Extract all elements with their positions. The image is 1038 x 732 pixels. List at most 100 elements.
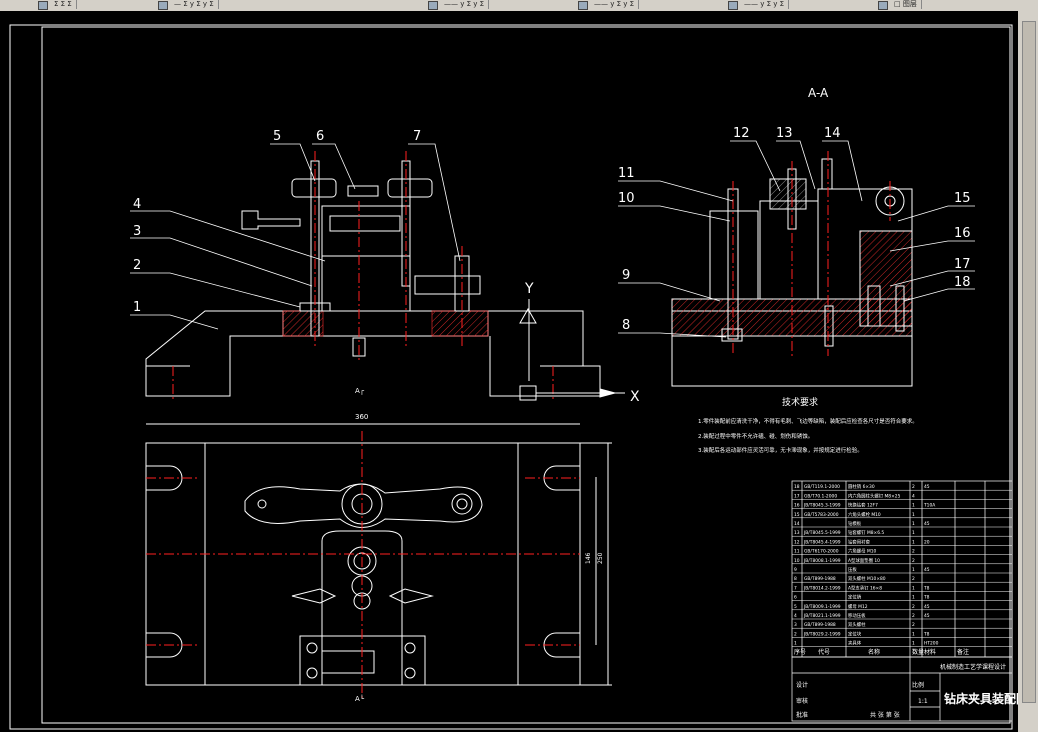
part-number: 9 [622, 268, 630, 283]
part-number: 14 [824, 126, 841, 141]
bom-cell: 钻套螺钉 M8×6.5 [848, 529, 884, 536]
toolbar-tab[interactable]: —— y Σ y Σ [740, 0, 790, 9]
toolbar-icon[interactable] [878, 1, 888, 10]
bom-cell: JB/T8014.2-1999 [803, 585, 841, 591]
toolbar-tab[interactable]: —— y Σ y Σ [590, 0, 640, 9]
approve-label: 批准 [796, 711, 808, 719]
width-dimension: 360 [355, 413, 368, 421]
tech-note: 2.装配过程中零件不允许磕、碰、划伤和锈蚀。 [698, 432, 813, 440]
part-number: 11 [618, 166, 635, 181]
design-label: 设计 [796, 681, 808, 689]
bom-cell: 16 [794, 503, 800, 509]
bom-cell: GB/T899-1988 [804, 622, 836, 628]
bom-cell: JB/T8029.2-1999 [803, 631, 841, 637]
bom-cell: 15 [794, 512, 800, 518]
bom-cell: 1 [912, 595, 915, 601]
bom-cell: 45 [924, 521, 930, 527]
bom-cell: 六角螺母 M10 [848, 548, 877, 555]
drawing-name: 钻床夹具装配图 [944, 691, 1018, 706]
bom-cell: 1 [912, 641, 915, 647]
toolbar-icon[interactable] [578, 1, 588, 10]
toolbar-tab[interactable]: □ 图层 [890, 0, 922, 9]
part-number: 7 [413, 129, 421, 144]
bom-cell: GB/T119.1-2000 [804, 484, 840, 490]
bom-cell: 45 [924, 613, 930, 619]
bom-cell: 1 [912, 567, 915, 573]
bom-cell: HT200 [924, 641, 939, 647]
part-number: 12 [733, 126, 750, 141]
part-number: 5 [273, 129, 281, 144]
part-number: 6 [316, 129, 324, 144]
bom-header-cell: 备注 [957, 648, 969, 656]
bom-cell: 2 [912, 484, 915, 490]
bom-cell: 快换钻套 12F7 [848, 502, 878, 509]
toolbar-tab[interactable]: Σ Σ Σ [50, 0, 77, 9]
bom-cell: GB/T6170-2000 [804, 549, 839, 555]
part-number: 15 [954, 191, 971, 206]
bom-cell: JB/T8009.1-1999 [803, 604, 841, 610]
toolbar-tab[interactable]: — Σ y Σ y Σ [170, 0, 219, 9]
height-dimension: 146 [585, 552, 592, 564]
part-number: 1 [133, 300, 141, 315]
bom-cell: 2 [912, 613, 915, 619]
bom-cell: 17 [794, 493, 800, 499]
cad-drawing-canvas[interactable]: Y X A┌ 1 2 3 4 5 6 7 A-A 8 9 10 11 12 13… [0, 11, 1018, 732]
bom-header-cell: 序号 [794, 648, 806, 656]
bom-cell: 1 [794, 641, 797, 647]
bom-cell: 1 [912, 585, 915, 591]
bom-cell: 定位块 [848, 630, 862, 637]
bom-cell: 5 [794, 604, 797, 610]
height-dimension: 250 [597, 552, 604, 564]
part-number: 2 [133, 258, 141, 273]
bom-cell: 钻套用衬套 [848, 538, 871, 545]
bom-cell: 45 [924, 567, 930, 573]
toolbar-icon[interactable] [38, 1, 48, 10]
bom-cell: A型球面垫圈 10 [848, 557, 880, 564]
bom-cell: 1 [912, 512, 915, 518]
part-number: 18 [954, 275, 971, 290]
bom-cell: 1 [912, 521, 915, 527]
bom-header-cell: 代号 [818, 648, 830, 656]
toolbar-tab[interactable]: —— y Σ y Σ [440, 0, 490, 9]
bom-cell: 18 [794, 484, 800, 490]
bom-cell: 螺母 M12 [848, 603, 868, 610]
bom-cell: T10A [923, 503, 935, 509]
vertical-scrollbar[interactable] [1018, 11, 1038, 732]
bom-cell: 2 [912, 549, 915, 555]
bom-cell: 4 [912, 493, 915, 499]
bom-cell: 圆柱销 6×30 [848, 483, 875, 490]
bom-cell: 移动压板 [848, 612, 866, 619]
tech-title: 技术要求 [782, 396, 818, 408]
axis-x-label: X [630, 389, 640, 405]
bom-cell: 2 [794, 631, 797, 637]
bom-cell: 2 [912, 622, 915, 628]
bom-cell: 6 [794, 595, 797, 601]
part-number: 4 [133, 197, 141, 212]
school-name: 机械制造工艺学课程设计 [940, 663, 1006, 671]
bom-cell: 14 [794, 521, 800, 527]
part-number: 3 [133, 224, 141, 239]
bom-cell: 1 [912, 503, 915, 509]
bom-cell: 4 [794, 613, 797, 619]
bom-cell: 2 [912, 604, 915, 610]
bom-cell: 六角头螺栓 M10 [848, 511, 881, 518]
toolbar-icon[interactable] [158, 1, 168, 10]
bom-cell: T8 [923, 631, 930, 637]
bom-cell: T8 [923, 595, 930, 601]
section-mark-top: A┌ [355, 387, 365, 395]
bom-cell: 11 [794, 549, 800, 555]
toolbar-icon[interactable] [428, 1, 438, 10]
toolbar-icon[interactable] [728, 1, 738, 10]
bom-cell: 12 [794, 539, 800, 545]
sheet-label: 共 张 第 张 [870, 711, 900, 719]
bom-cell: 双头螺柱 [848, 621, 866, 628]
bom-cell: 1 [912, 631, 915, 637]
bom-cell: JB/T8045.3-1999 [803, 503, 841, 509]
bom-cell: JB/T8008.1-1999 [803, 558, 841, 564]
bom-cell: 双头螺柱 M10×80 [848, 575, 886, 582]
bom-cell: 45 [924, 484, 930, 490]
part-number: 13 [776, 126, 793, 141]
part-number: 8 [622, 318, 630, 333]
scrollbar-thumb[interactable] [1022, 21, 1036, 703]
bom-cell: 45 [924, 604, 930, 610]
